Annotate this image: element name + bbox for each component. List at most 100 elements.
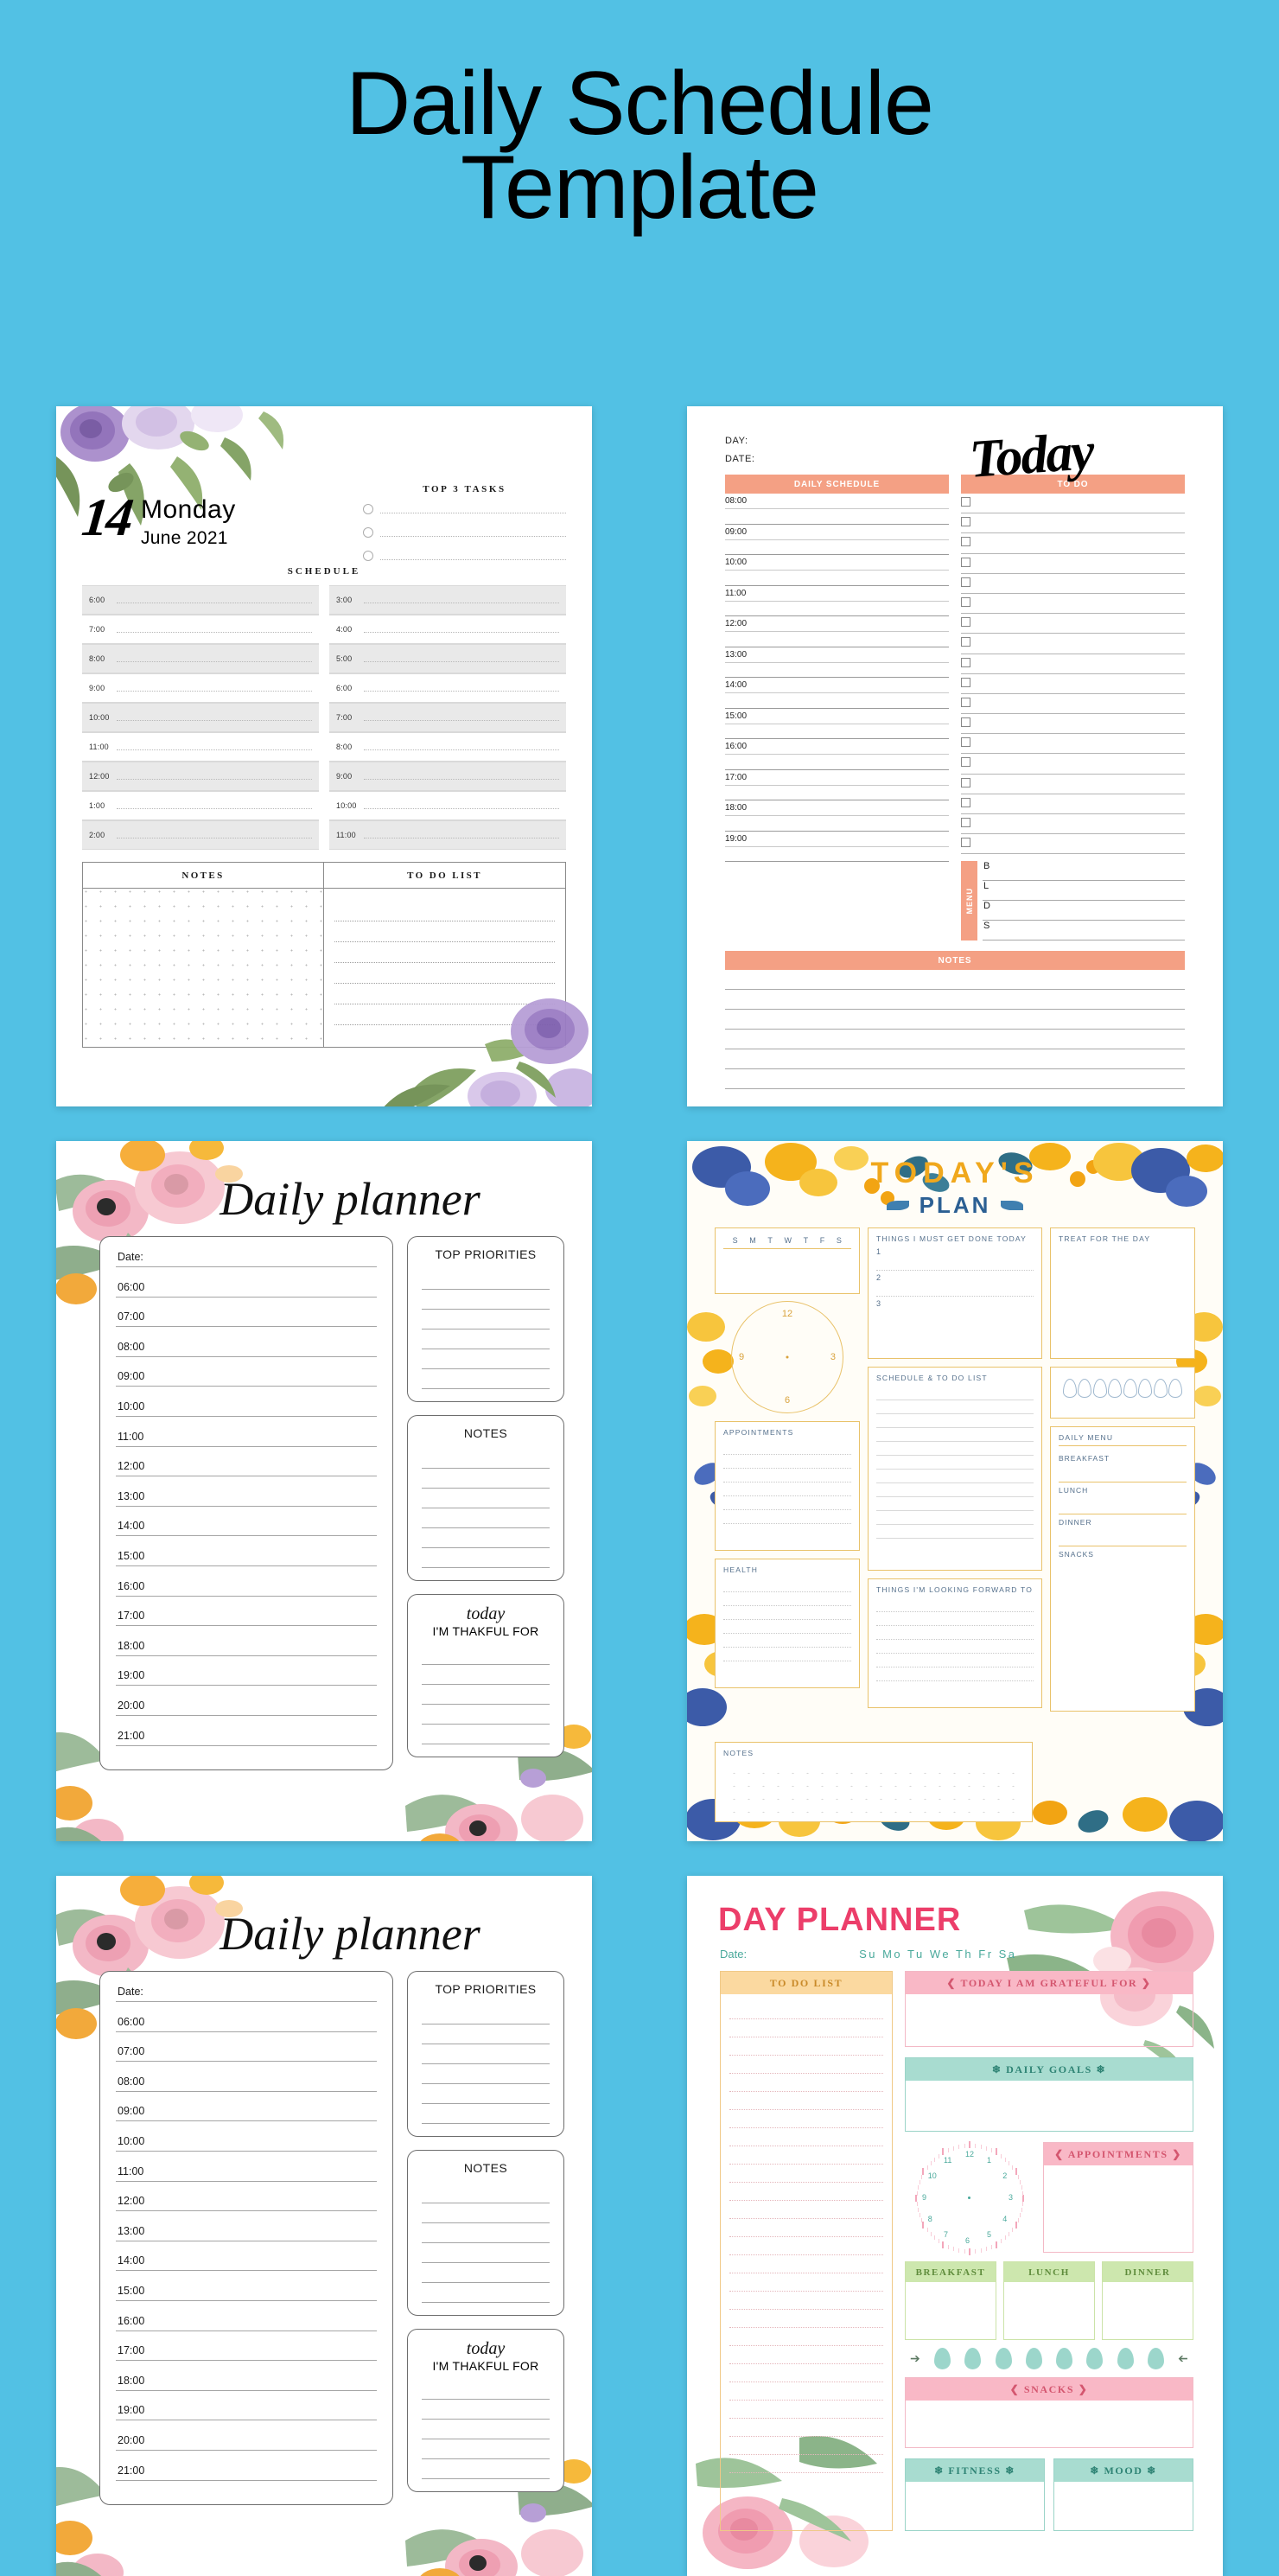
write-line[interactable] bbox=[116, 1565, 377, 1566]
week-day[interactable]: T bbox=[804, 1236, 809, 1245]
schedule-write-line[interactable] bbox=[117, 832, 312, 838]
menu-row[interactable]: S bbox=[983, 921, 1185, 941]
todo-row[interactable] bbox=[961, 794, 1185, 814]
task-row[interactable] bbox=[363, 551, 566, 561]
write-line[interactable] bbox=[116, 2150, 377, 2152]
water-tracker[interactable]: ➔ ➔ bbox=[905, 2340, 1193, 2377]
schedule-row[interactable]: 19:00 bbox=[725, 832, 949, 862]
week-day[interactable]: S bbox=[733, 1236, 739, 1245]
schedule-row[interactable]: 1:00 bbox=[82, 791, 319, 820]
write-line[interactable] bbox=[723, 1620, 851, 1634]
todo-line[interactable] bbox=[729, 2364, 883, 2382]
write-line[interactable] bbox=[116, 1326, 377, 1328]
schedule-write-line[interactable] bbox=[117, 655, 312, 662]
write-line[interactable] bbox=[723, 1496, 851, 1510]
schedule-row[interactable]: 4:00 bbox=[329, 615, 566, 644]
water-drop-icon[interactable] bbox=[1168, 1379, 1183, 1398]
todo-line[interactable] bbox=[729, 2310, 883, 2328]
note-line[interactable] bbox=[725, 1049, 1185, 1070]
menu-item-dinner[interactable]: DINNER bbox=[1059, 1514, 1187, 1546]
water-tracker[interactable] bbox=[1050, 1367, 1195, 1419]
week-day[interactable]: T bbox=[767, 1236, 773, 1245]
hour-row[interactable]: 11:00 bbox=[116, 2164, 377, 2194]
write-line[interactable] bbox=[876, 1654, 1034, 1667]
daily-menu-panel[interactable]: DAILY MENU BREAKFAST LUNCH DINNER SNACKS bbox=[1050, 1426, 1195, 1712]
top-priorities-panel[interactable]: TOP PRIORITIES bbox=[407, 1971, 564, 2137]
schedule-row[interactable]: 11:00 bbox=[82, 732, 319, 762]
notes-dot-grid[interactable] bbox=[83, 889, 323, 1047]
hour-line[interactable] bbox=[725, 570, 949, 571]
schedule-write-line[interactable] bbox=[364, 832, 559, 838]
write-line[interactable] bbox=[116, 1744, 377, 1746]
thankful-line[interactable] bbox=[422, 2459, 550, 2479]
thankful-line[interactable] bbox=[422, 2439, 550, 2459]
schedule-row[interactable]: 10:00 bbox=[725, 555, 949, 586]
schedule-row[interactable]: 7:00 bbox=[82, 615, 319, 644]
priority-line[interactable] bbox=[422, 2005, 550, 2024]
schedule-write-line[interactable] bbox=[117, 743, 312, 750]
schedule-row[interactable]: 7:00 bbox=[329, 703, 566, 732]
priority-line[interactable] bbox=[422, 1329, 550, 1349]
notes-panel[interactable]: NOTES bbox=[83, 863, 324, 1047]
hour-row[interactable]: 07:00 bbox=[116, 1309, 377, 1339]
schedule-write-line[interactable] bbox=[364, 802, 559, 809]
schedule-row[interactable]: 09:00 bbox=[725, 525, 949, 555]
hour-row[interactable]: 21:00 bbox=[116, 1728, 377, 1758]
schedule-row[interactable]: 12:00 bbox=[725, 616, 949, 647]
must-do-panel[interactable]: THINGS I MUST GET DONE TODAY 1 2 3 bbox=[868, 1227, 1042, 1359]
checkbox-icon[interactable] bbox=[961, 537, 970, 547]
thankful-panel[interactable]: today I'M THAKFUL FOR bbox=[407, 2329, 564, 2492]
todo-line[interactable] bbox=[334, 963, 555, 984]
schedule-row[interactable]: 8:00 bbox=[329, 732, 566, 762]
todo-line[interactable] bbox=[729, 2128, 883, 2146]
fitness-panel[interactable]: ❄ FITNESS ❄ bbox=[905, 2458, 1045, 2531]
schedule-write-line[interactable] bbox=[117, 802, 312, 809]
note-line[interactable] bbox=[422, 1489, 550, 1508]
week-day[interactable]: S bbox=[837, 1236, 843, 1245]
write-line[interactable] bbox=[876, 1257, 1034, 1271]
priority-line[interactable] bbox=[422, 2024, 550, 2044]
hours-panel[interactable]: Date: 06:00 07:00 08:00 09:00 10:00 11:00 12:00… bbox=[99, 1236, 393, 1771]
write-line[interactable] bbox=[116, 1714, 377, 1716]
write-line[interactable] bbox=[876, 1456, 1034, 1470]
notes-panel[interactable]: NOTES bbox=[407, 1415, 564, 1581]
write-line[interactable] bbox=[116, 2120, 377, 2122]
hour-row[interactable]: 15:00 bbox=[116, 1548, 377, 1578]
todo-row[interactable] bbox=[961, 734, 1185, 755]
checkbox-icon[interactable] bbox=[961, 697, 970, 707]
schedule-row[interactable]: 16:00 bbox=[725, 739, 949, 770]
schedule-write-line[interactable] bbox=[364, 714, 559, 721]
checkbox-icon[interactable] bbox=[961, 497, 970, 507]
todo-row[interactable] bbox=[961, 554, 1185, 574]
checkbox-icon[interactable] bbox=[961, 838, 970, 848]
hour-row[interactable]: 08:00 bbox=[116, 1339, 377, 1369]
thankful-line[interactable] bbox=[422, 1685, 550, 1705]
write-line[interactable] bbox=[876, 1400, 1034, 1414]
schedule-write-line[interactable] bbox=[364, 655, 559, 662]
schedule-row[interactable]: 10:00 bbox=[329, 791, 566, 820]
priority-line[interactable] bbox=[422, 1369, 550, 1389]
write-line[interactable] bbox=[116, 1386, 377, 1387]
write-line[interactable] bbox=[116, 2479, 377, 2481]
checkbox-icon[interactable] bbox=[961, 717, 970, 728]
todo-line[interactable] bbox=[334, 942, 555, 963]
note-line[interactable] bbox=[422, 1469, 550, 1489]
write-line[interactable] bbox=[723, 1578, 851, 1592]
priority-line[interactable] bbox=[422, 2104, 550, 2124]
checkbox-icon[interactable] bbox=[961, 617, 970, 628]
write-line[interactable] bbox=[116, 1266, 377, 1267]
hour-row[interactable]: 13:00 bbox=[116, 2223, 377, 2254]
water-drop-icon[interactable] bbox=[1086, 2348, 1104, 2369]
thankful-panel[interactable]: today I'M THAKFUL FOR bbox=[407, 1594, 564, 1757]
todo-line[interactable] bbox=[729, 2056, 883, 2074]
write-line[interactable] bbox=[876, 1414, 1034, 1428]
todo-panel[interactable]: TO DO LIST bbox=[324, 863, 565, 1047]
todo-line[interactable] bbox=[334, 901, 555, 921]
write-line[interactable] bbox=[876, 1667, 1034, 1681]
todo-line[interactable] bbox=[729, 2019, 883, 2037]
todo-line[interactable] bbox=[729, 2201, 883, 2219]
schedule-row[interactable]: 8:00 bbox=[82, 644, 319, 673]
hour-row[interactable]: 16:00 bbox=[116, 2313, 377, 2343]
water-drop-icon[interactable] bbox=[964, 2348, 982, 2369]
todo-row[interactable] bbox=[961, 634, 1185, 654]
